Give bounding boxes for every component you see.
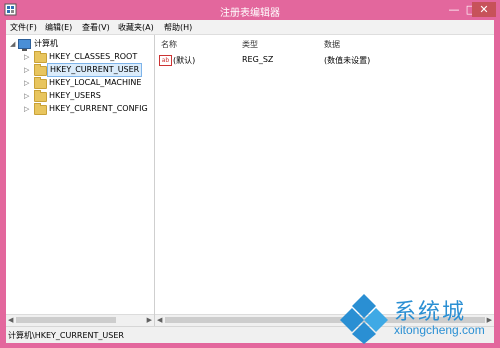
scroll-left-icon[interactable]: ◀: [8, 315, 13, 326]
tree-item-label: HKEY_LOCAL_MACHINE: [49, 78, 142, 87]
window-title: 注册表编辑器: [220, 8, 280, 19]
watermark-text-cn: 系统城: [394, 300, 467, 325]
menu-edit[interactable]: 编辑(E): [45, 22, 72, 33]
expand-arrow-icon[interactable]: ▷: [24, 77, 32, 89]
tree-item-hkey-users[interactable]: ▷ HKEY_USERS: [24, 90, 152, 102]
menu-file[interactable]: 文件(F): [10, 22, 37, 33]
folder-icon: [34, 90, 47, 102]
value-data: (数值未设置): [324, 56, 371, 65]
status-path: 计算机\HKEY_CURRENT_USER: [8, 331, 124, 340]
column-header-type[interactable]: 类型: [242, 39, 258, 50]
watermark-text-en: xitongcheng.com: [394, 323, 485, 337]
watermark-logo-icon: [340, 294, 388, 344]
tree-item-label: HKEY_CURRENT_CONFIG: [49, 104, 148, 113]
tree-item-label: 计算机: [34, 39, 58, 48]
tree-item-hkey-local-machine[interactable]: ▷ HKEY_LOCAL_MACHINE: [24, 77, 152, 89]
tree-item-hkey-classes-root[interactable]: ▷ HKEY_CLASSES_ROOT: [24, 51, 152, 63]
computer-icon: [18, 39, 31, 51]
value-name: (默认): [173, 56, 196, 65]
tree-item-hkey-current-config[interactable]: ▷ HKEY_CURRENT_CONFIG: [24, 103, 152, 115]
column-header-data[interactable]: 数据: [324, 39, 340, 50]
content-area: ◢ 计算机 ▷ HKEY_CLASSES_ROOT ▷ HKEY_CURRENT…: [6, 35, 494, 326]
menu-help[interactable]: 帮助(H): [164, 22, 192, 33]
collapse-arrow-icon[interactable]: ◢: [10, 38, 18, 50]
title-bar: 注册表编辑器 — □ ✕: [0, 0, 500, 20]
column-header-name[interactable]: 名称: [161, 39, 177, 50]
expand-arrow-icon[interactable]: ▷: [24, 51, 32, 63]
watermark: 系统城 xitongcheng.com: [338, 290, 498, 346]
folder-icon: [34, 103, 47, 115]
tree-item-computer[interactable]: ◢ 计算机: [10, 38, 150, 51]
tree-item-label: HKEY_CURRENT_USER: [47, 63, 143, 77]
folder-icon: [34, 64, 47, 76]
tree-item-label: HKEY_CLASSES_ROOT: [49, 52, 138, 61]
scroll-left-icon[interactable]: ◀: [157, 315, 162, 326]
menu-bar: 文件(F) 编辑(E) 查看(V) 收藏夹(A) 帮助(H): [6, 20, 494, 35]
expand-arrow-icon[interactable]: ▷: [24, 103, 32, 115]
tree-item-label: HKEY_USERS: [49, 91, 101, 100]
menu-favorites[interactable]: 收藏夹(A): [118, 22, 154, 33]
string-value-icon: ab: [159, 55, 172, 66]
scroll-right-icon[interactable]: ▶: [147, 315, 152, 326]
folder-icon: [34, 51, 47, 63]
list-item[interactable]: ab (默认) REG_SZ (数值未设置): [155, 54, 494, 66]
registry-tree-pane: ◢ 计算机 ▷ HKEY_CLASSES_ROOT ▷ HKEY_CURRENT…: [6, 35, 155, 326]
expand-arrow-icon[interactable]: ▷: [24, 64, 32, 76]
folder-icon: [34, 77, 47, 89]
tree-item-hkey-current-user[interactable]: ▷ HKEY_CURRENT_USER: [24, 63, 152, 77]
expand-arrow-icon[interactable]: ▷: [24, 90, 32, 102]
scrollbar-thumb[interactable]: [16, 317, 116, 323]
close-button[interactable]: ✕: [472, 2, 496, 17]
registry-values-pane: 名称 类型 数据 ab (默认) REG_SZ (数值未设置) ◀ ▶: [155, 35, 494, 326]
value-type: REG_SZ: [242, 55, 274, 64]
tree-horizontal-scrollbar[interactable]: ◀ ▶: [6, 314, 154, 326]
menu-view[interactable]: 查看(V): [82, 22, 110, 33]
